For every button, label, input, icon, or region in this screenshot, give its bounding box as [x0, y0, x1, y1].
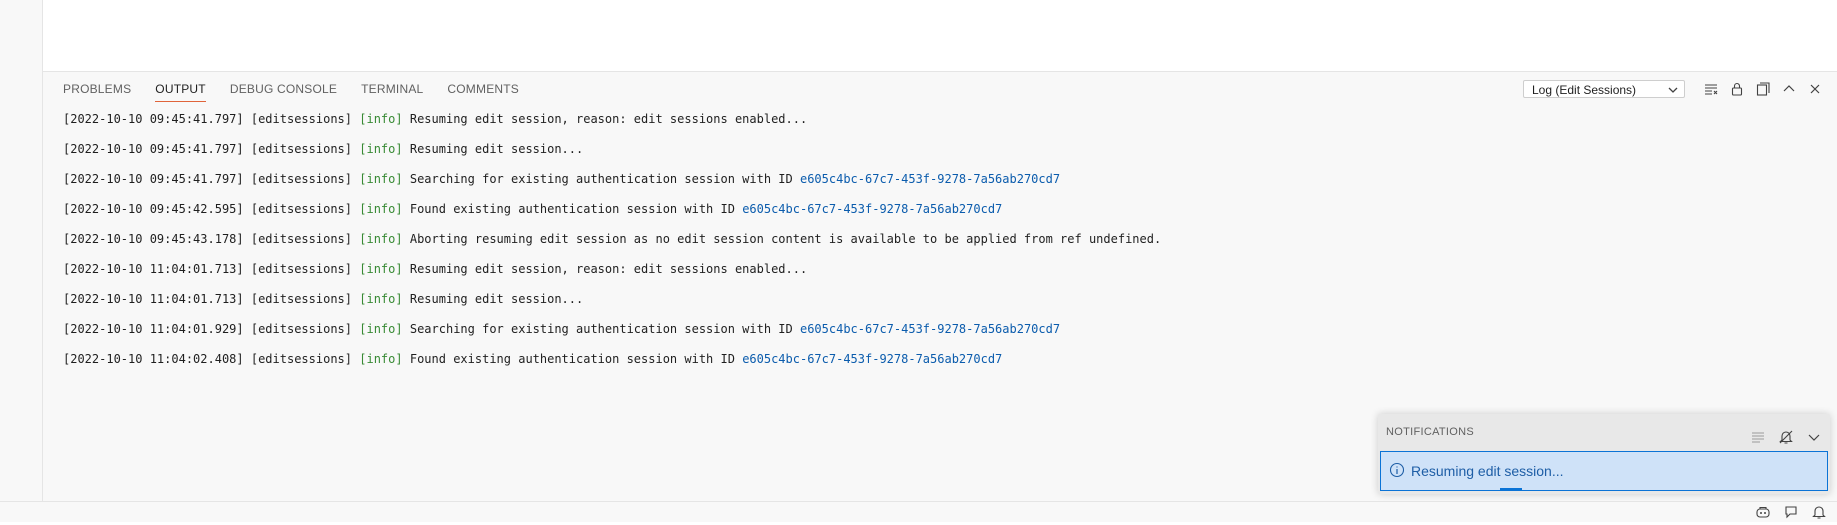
log-message: Found existing authentication session wi…: [409, 352, 735, 366]
tab-comments[interactable]: COMMENTS: [447, 72, 531, 104]
log-timestamp: [2022-10-10 09:45:41.797]: [63, 112, 244, 126]
clear-output-icon[interactable]: [1703, 81, 1719, 97]
notification-item[interactable]: Resuming edit session...: [1380, 451, 1828, 491]
log-level: [info]: [359, 292, 403, 306]
status-bar: [0, 501, 1837, 522]
log-level: [info]: [359, 322, 403, 336]
log-source: [editsessions]: [250, 172, 353, 186]
log-message: Resuming edit session...: [409, 142, 584, 156]
editor-area[interactable]: [43, 0, 1837, 72]
log-level: [info]: [359, 262, 403, 276]
log-source: [editsessions]: [250, 322, 353, 336]
notifications-title: NOTIFICATIONS: [1386, 426, 1475, 438]
notifications-center: NOTIFICATIONS Resuming edit session...: [1378, 414, 1830, 494]
log-source: [editsessions]: [250, 292, 353, 306]
notifications-header: NOTIFICATIONS: [1378, 414, 1830, 450]
log-source: [editsessions]: [250, 262, 353, 276]
activity-bar: [0, 0, 43, 502]
log-line: [2022-10-10 11:04:02.408] [editsessions]…: [63, 350, 1817, 380]
panel-tabs: PROBLEMS OUTPUT DEBUG CONSOLE TERMINAL C…: [63, 72, 543, 104]
log-line: [2022-10-10 09:45:41.797] [editsessions]…: [63, 110, 1817, 140]
log-timestamp: [2022-10-10 09:45:42.595]: [63, 202, 244, 216]
log-level: [info]: [359, 172, 403, 186]
log-message: Searching for existing authentication se…: [409, 172, 793, 186]
log-message: Found existing authentication session wi…: [409, 202, 735, 216]
chevron-up-icon[interactable]: [1781, 81, 1797, 97]
log-message: Resuming edit session, reason: edit sess…: [409, 112, 808, 126]
notification-progress-bar: [1500, 488, 1522, 490]
open-in-editor-icon[interactable]: [1755, 81, 1771, 97]
info-icon: [1389, 462, 1405, 481]
session-id-link[interactable]: e605c4bc-67c7-453f-9278-7a56ab270cd7: [742, 202, 1002, 216]
tab-problems[interactable]: PROBLEMS: [63, 72, 143, 104]
log-source: [editsessions]: [250, 112, 353, 126]
log-timestamp: [2022-10-10 11:04:01.713]: [63, 292, 244, 306]
log-line: [2022-10-10 09:45:41.797] [editsessions]…: [63, 170, 1817, 200]
notification-message: Resuming edit session...: [1411, 463, 1564, 479]
output-log[interactable]: [2022-10-10 09:45:41.797] [editsessions]…: [63, 110, 1817, 380]
log-line: [2022-10-10 09:45:42.595] [editsessions]…: [63, 200, 1817, 230]
log-level: [info]: [359, 142, 403, 156]
lock-icon[interactable]: [1729, 81, 1745, 97]
log-level: [info]: [359, 202, 403, 216]
output-channel-select[interactable]: Log (Edit Sessions): [1523, 80, 1685, 98]
session-id-link[interactable]: e605c4bc-67c7-453f-9278-7a56ab270cd7: [742, 352, 1002, 366]
log-timestamp: [2022-10-10 11:04:01.713]: [63, 262, 244, 276]
log-message: Resuming edit session...: [409, 292, 584, 306]
output-channel-label: Log (Edit Sessions): [1532, 83, 1637, 97]
log-level: [info]: [359, 112, 403, 126]
log-timestamp: [2022-10-10 11:04:01.929]: [63, 322, 244, 336]
log-line: [2022-10-10 09:45:43.178] [editsessions]…: [63, 230, 1817, 260]
panel-actions: Log (Edit Sessions): [1523, 78, 1823, 100]
log-timestamp: [2022-10-10 09:45:41.797]: [63, 172, 244, 186]
log-source: [editsessions]: [250, 232, 353, 246]
tab-output[interactable]: OUTPUT: [155, 72, 218, 104]
close-icon[interactable]: [1807, 81, 1823, 97]
log-line: [2022-10-10 11:04:01.713] [editsessions]…: [63, 290, 1817, 320]
tab-terminal[interactable]: TERMINAL: [361, 72, 435, 104]
tab-debug-console[interactable]: DEBUG CONSOLE: [230, 72, 349, 104]
session-id-link[interactable]: e605c4bc-67c7-453f-9278-7a56ab270cd7: [800, 322, 1060, 336]
log-message: Aborting resuming edit session as no edi…: [409, 232, 1162, 246]
log-line: [2022-10-10 11:04:01.713] [editsessions]…: [63, 260, 1817, 290]
log-message: Searching for existing authentication se…: [409, 322, 793, 336]
log-timestamp: [2022-10-10 09:45:41.797]: [63, 142, 244, 156]
log-message: Resuming edit session, reason: edit sess…: [409, 262, 808, 276]
log-line: [2022-10-10 11:04:01.929] [editsessions]…: [63, 320, 1817, 350]
log-source: [editsessions]: [250, 352, 353, 366]
log-source: [editsessions]: [250, 142, 353, 156]
chevron-down-icon: [1668, 81, 1678, 104]
log-timestamp: [2022-10-10 09:45:43.178]: [63, 232, 244, 246]
log-level: [info]: [359, 232, 403, 246]
log-timestamp: [2022-10-10 11:04:02.408]: [63, 352, 244, 366]
log-source: [editsessions]: [250, 202, 353, 216]
log-line: [2022-10-10 09:45:41.797] [editsessions]…: [63, 140, 1817, 170]
log-level: [info]: [359, 352, 403, 366]
session-id-link[interactable]: e605c4bc-67c7-453f-9278-7a56ab270cd7: [800, 172, 1060, 186]
